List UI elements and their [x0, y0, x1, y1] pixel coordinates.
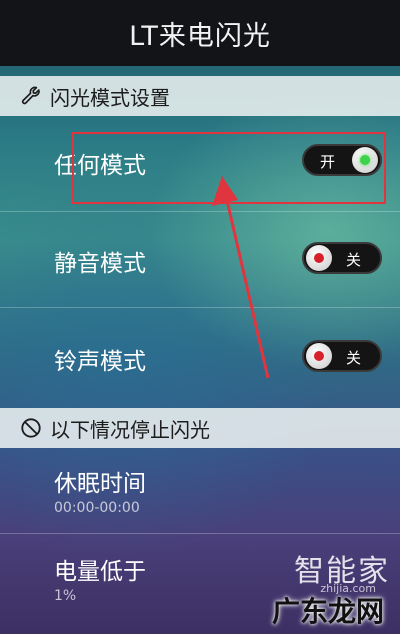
watermark: 智能家 zhijia.com 广东龙网 — [260, 546, 390, 628]
annotation-arrow-icon — [212, 176, 270, 379]
watermark-site: 广东龙网 — [271, 595, 384, 628]
